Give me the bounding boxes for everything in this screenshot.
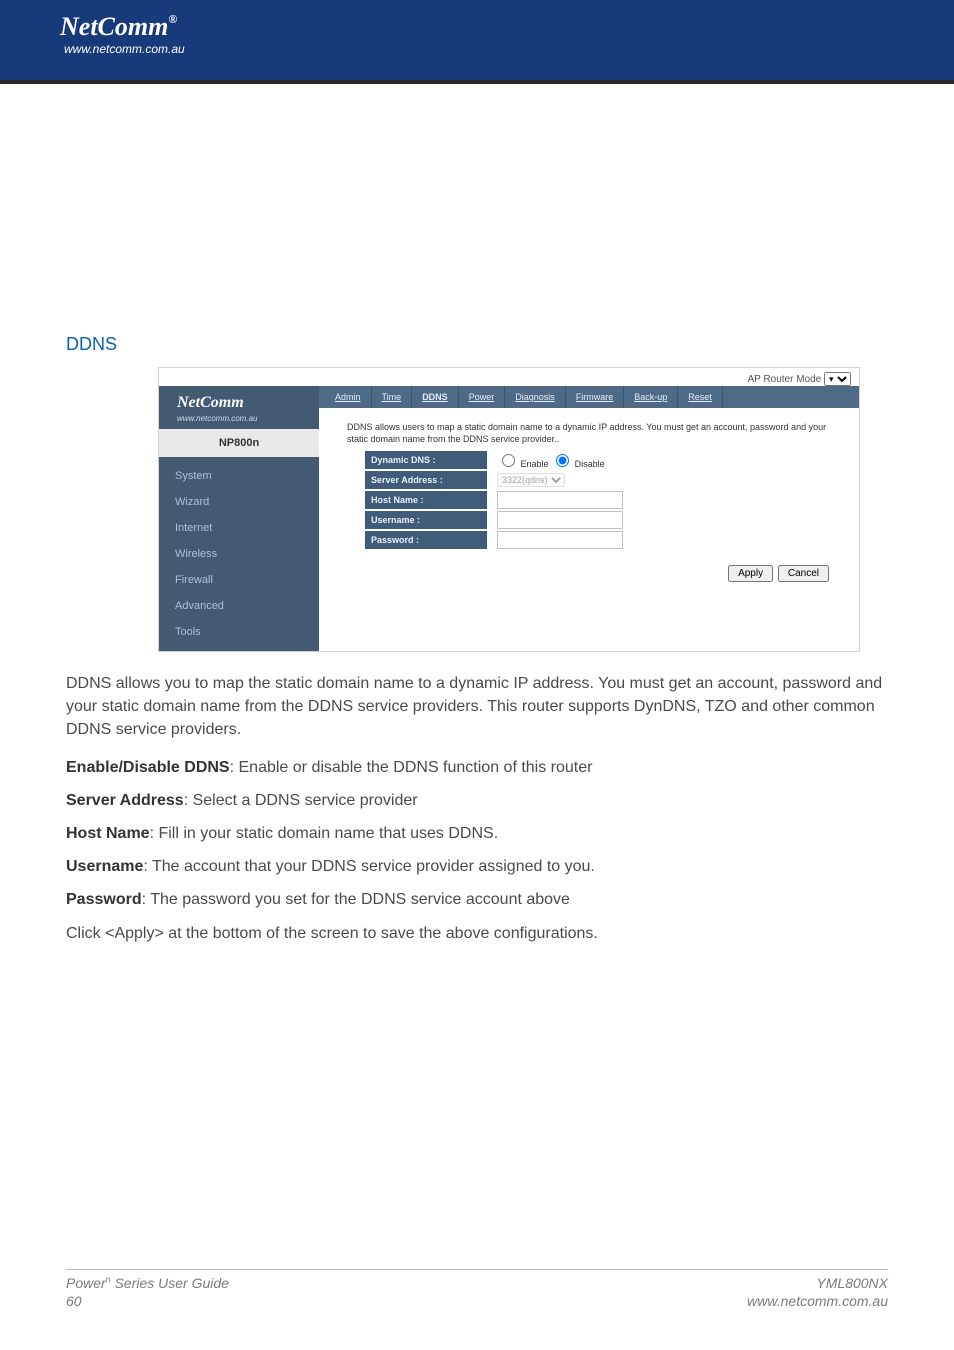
mode-select[interactable]: ▾ bbox=[824, 372, 851, 386]
sidebar-item-wireless[interactable]: Wireless bbox=[159, 541, 319, 567]
mode-label: AP Router Mode bbox=[747, 374, 821, 385]
def-enable-disable: Enable/Disable DDNS: Enable or disable t… bbox=[66, 756, 888, 779]
intro-paragraph: DDNS allows you to map the static domain… bbox=[66, 672, 888, 742]
sidebar-model: NP800n bbox=[159, 429, 319, 457]
input-host-name[interactable] bbox=[497, 491, 623, 509]
input-username[interactable] bbox=[497, 511, 623, 529]
tab-ddns[interactable]: DDNS bbox=[412, 386, 459, 408]
def-server-address: Server Address: Select a DDNS service pr… bbox=[66, 789, 888, 812]
radio-enable-label[interactable]: Enable bbox=[497, 459, 549, 469]
body-text: DDNS allows you to map the static domain… bbox=[66, 672, 888, 945]
tab-bar: Admin Time DDNS Power Diagnosis Firmware… bbox=[319, 386, 859, 408]
panel-description: DDNS allows users to map a static domain… bbox=[319, 408, 859, 451]
def-password: Password: The password you set for the D… bbox=[66, 888, 888, 911]
def-host-name: Host Name: Fill in your static domain na… bbox=[66, 822, 888, 845]
sidebar-item-wizard[interactable]: Wizard bbox=[159, 489, 319, 515]
header-band: NetComm® www.netcomm.com.au bbox=[0, 0, 954, 80]
tab-firmware[interactable]: Firmware bbox=[566, 386, 625, 408]
def-username: Username: The account that your DDNS ser… bbox=[66, 855, 888, 878]
footer-right: YML800NX www.netcomm.com.au bbox=[747, 1274, 888, 1310]
ddns-form: Dynamic DNS : Enable Disable Server Addr… bbox=[319, 451, 859, 565]
sidebar-url: www.netcomm.com.au bbox=[159, 414, 319, 429]
tab-diagnosis[interactable]: Diagnosis bbox=[505, 386, 566, 408]
apply-button[interactable]: Apply bbox=[728, 565, 773, 582]
header-separator bbox=[0, 80, 954, 84]
brand-url: www.netcomm.com.au bbox=[64, 42, 185, 56]
label-dynamic-dns: Dynamic DNS : bbox=[365, 451, 487, 469]
footer-rule bbox=[66, 1269, 888, 1270]
select-server-address[interactable]: 3322(qdns) bbox=[497, 473, 565, 487]
sidebar-logo: NetComm bbox=[159, 386, 319, 414]
apply-note: Click <Apply> at the bottom of the scree… bbox=[66, 922, 888, 945]
input-password[interactable] bbox=[497, 531, 623, 549]
label-password: Password : bbox=[365, 531, 487, 549]
mode-selector-row: AP Router Mode ▾ bbox=[159, 368, 859, 386]
footer-left: Powern Series User Guide 60 bbox=[66, 1274, 229, 1310]
footer-page-number: 60 bbox=[66, 1292, 229, 1310]
brand-reg: ® bbox=[168, 12, 177, 26]
radio-disable-label[interactable]: Disable bbox=[551, 459, 605, 469]
label-host-name: Host Name : bbox=[365, 491, 487, 509]
sidebar-item-advanced[interactable]: Advanced bbox=[159, 593, 319, 619]
tab-power[interactable]: Power bbox=[459, 386, 506, 408]
main-panel: Admin Time DDNS Power Diagnosis Firmware… bbox=[319, 386, 859, 651]
sidebar-item-system[interactable]: System bbox=[159, 463, 319, 489]
label-server-address: Server Address : bbox=[365, 471, 487, 489]
radio-disable[interactable] bbox=[556, 454, 569, 467]
router-ui-screenshot: AP Router Mode ▾ NetComm www.netcomm.com… bbox=[158, 367, 860, 652]
radio-enable[interactable] bbox=[502, 454, 515, 467]
tab-admin[interactable]: Admin bbox=[325, 386, 372, 408]
footer: Powern Series User Guide 60 YML800NX www… bbox=[66, 1274, 888, 1310]
sidebar-nav: System Wizard Internet Wireless Firewall… bbox=[159, 457, 319, 651]
tab-reset[interactable]: Reset bbox=[678, 386, 723, 408]
sidebar: NetComm www.netcomm.com.au NP800n System… bbox=[159, 386, 319, 651]
section-title: DDNS bbox=[66, 334, 888, 355]
footer-doc-code: YML800NX bbox=[747, 1274, 888, 1292]
tab-backup[interactable]: Back-up bbox=[624, 386, 678, 408]
brand-logo: NetComm® bbox=[60, 12, 177, 42]
brand-logo-text: NetComm bbox=[60, 12, 168, 41]
sidebar-item-tools[interactable]: Tools bbox=[159, 619, 319, 645]
label-username: Username : bbox=[365, 511, 487, 529]
footer-url: www.netcomm.com.au bbox=[747, 1292, 888, 1310]
footer-guide-title: Powern Series User Guide bbox=[66, 1274, 229, 1292]
sidebar-item-internet[interactable]: Internet bbox=[159, 515, 319, 541]
sidebar-item-firewall[interactable]: Firewall bbox=[159, 567, 319, 593]
tab-time[interactable]: Time bbox=[372, 386, 413, 408]
cancel-button[interactable]: Cancel bbox=[778, 565, 829, 582]
